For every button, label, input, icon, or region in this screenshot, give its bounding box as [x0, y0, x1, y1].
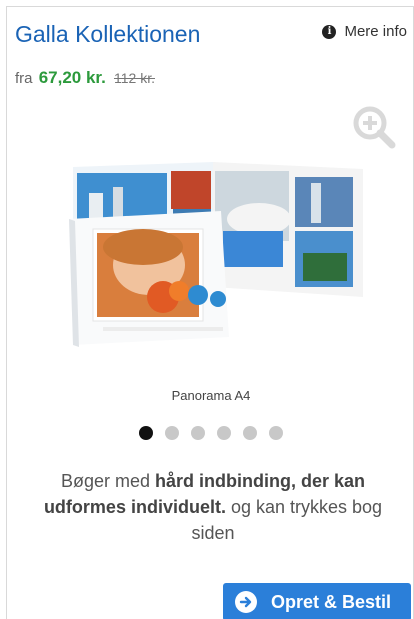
product-card: Galla Kollektionen i Mere info fra 67,20…: [6, 6, 414, 619]
carousel-dot-4[interactable]: [217, 426, 231, 440]
more-info-link[interactable]: i Mere info: [322, 23, 407, 40]
more-info-label: Mere info: [344, 23, 407, 40]
product-title[interactable]: Galla Kollektionen: [15, 20, 200, 48]
carousel-dot-1[interactable]: [139, 426, 153, 440]
zoom-in-icon[interactable]: [351, 104, 397, 150]
carousel-dots: [7, 426, 414, 440]
price-prefix: fra: [15, 70, 33, 87]
product-photo-book-image[interactable]: [63, 157, 375, 372]
carousel-dot-5[interactable]: [243, 426, 257, 440]
old-price: 112 kr.: [113, 70, 155, 86]
carousel-dot-3[interactable]: [191, 426, 205, 440]
current-price: 67,20 kr.: [38, 68, 106, 87]
order-button[interactable]: Opret & Bestil: [223, 583, 411, 619]
order-button-label: Opret & Bestil: [271, 591, 392, 612]
image-caption: Panorama A4: [171, 388, 251, 403]
info-icon: i: [322, 24, 337, 39]
price-row: fra 67,20 kr. 112 kr.: [15, 67, 155, 90]
arrow-right-circle-icon: [235, 591, 257, 613]
description-part1: Bøger med: [60, 471, 156, 491]
carousel-dot-2[interactable]: [165, 426, 179, 440]
carousel-dot-6[interactable]: [269, 426, 283, 440]
product-description: Bøger med hård indbinding, der kan udfor…: [27, 468, 399, 546]
